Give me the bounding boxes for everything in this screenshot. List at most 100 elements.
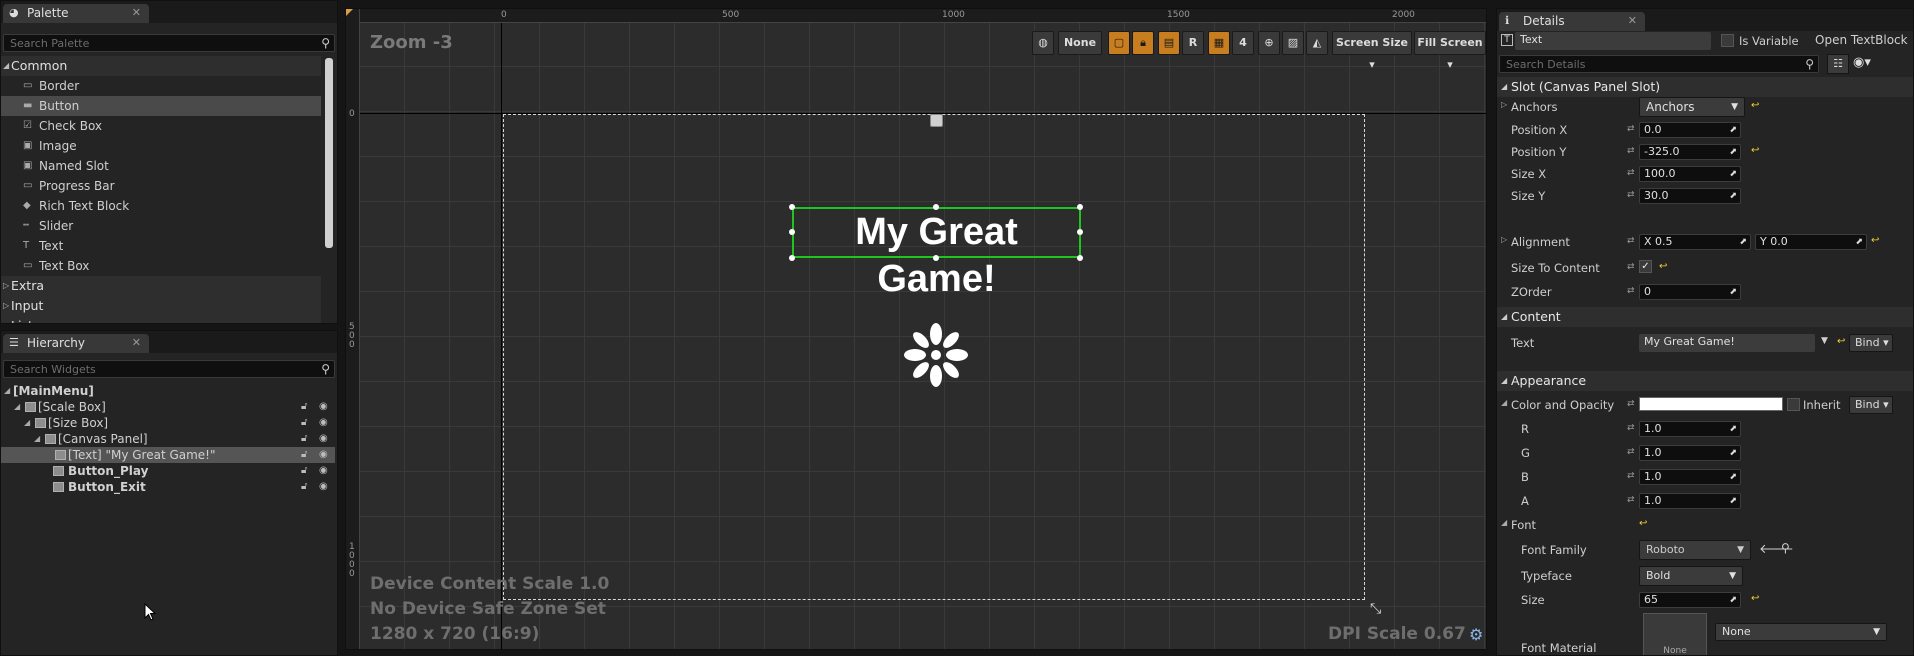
- pivot-gizmo-icon[interactable]: [904, 323, 968, 387]
- palette-item-check-box[interactable]: ☑ Check Box: [1, 116, 321, 136]
- resize-handle[interactable]: [789, 255, 795, 261]
- alignment-y-input[interactable]: Y 0.0 ⬈: [1755, 234, 1867, 250]
- lock-toggle-button[interactable]: 🔒︎: [1132, 31, 1154, 55]
- close-icon[interactable]: ✕: [132, 336, 141, 349]
- hierarchy-row-button-play[interactable]: Button_Play 🔓︎ ◉: [1, 463, 335, 479]
- details-tab[interactable]: ℹ Details ✕: [1499, 12, 1645, 31]
- palette-item-progress-bar[interactable]: ▭ Progress Bar: [1, 176, 321, 196]
- hierarchy-row-canvas-panel[interactable]: ◢ [Canvas Panel] 🔓︎ ◉: [1, 431, 335, 447]
- preview-language-dropdown[interactable]: None: [1058, 31, 1102, 55]
- hierarchy-row-text[interactable]: [Text] "My Great Game!" 🔓︎ ◉: [1, 447, 335, 463]
- gear-icon[interactable]: ⚙: [1469, 625, 1483, 644]
- link-icon[interactable]: ⇄: [1627, 190, 1635, 200]
- font-material-thumbnail[interactable]: None: [1643, 613, 1707, 655]
- typeface-dropdown[interactable]: Bold ▼: [1639, 566, 1743, 586]
- hierarchy-row-scale-box[interactable]: ◢ [Scale Box] 🔓︎ ◉: [1, 399, 335, 415]
- font-size-input[interactable]: 65 ⬈: [1639, 592, 1741, 608]
- eye-icon[interactable]: ◉: [319, 415, 328, 431]
- link-icon[interactable]: ⇄: [1627, 495, 1635, 505]
- open-textblock-link[interactable]: Open TextBlock: [1815, 33, 1908, 47]
- resize-handle[interactable]: [1077, 255, 1083, 261]
- hierarchy-search-input[interactable]: Search Widgets ⚲: [3, 360, 335, 378]
- resize-handle[interactable]: [1077, 204, 1083, 210]
- lock-icon[interactable]: 🔓︎: [301, 415, 307, 431]
- bind-color-button[interactable]: Bind ▾: [1849, 396, 1893, 414]
- close-icon[interactable]: ✕: [132, 6, 141, 19]
- link-icon[interactable]: ⇄: [1627, 447, 1635, 457]
- palette-category-extra[interactable]: ▷ Extra: [1, 276, 321, 296]
- reset-arrow-icon[interactable]: ↩: [1639, 518, 1647, 529]
- inherit-checkbox[interactable]: [1787, 398, 1800, 411]
- is-variable-checkbox[interactable]: [1721, 34, 1734, 47]
- outline-toggle[interactable]: ⊕: [1258, 31, 1280, 55]
- g-input[interactable]: 1.0 ⬈: [1639, 445, 1741, 461]
- palette-tab[interactable]: ◕ Palette ✕: [3, 4, 149, 23]
- section-content[interactable]: ◢ Content: [1497, 307, 1913, 327]
- lock-icon[interactable]: 🔓︎: [301, 399, 307, 415]
- select-mode-button[interactable]: ▢: [1108, 31, 1130, 55]
- lock-icon[interactable]: 🔓︎: [301, 447, 307, 463]
- link-icon[interactable]: ⇄: [1627, 146, 1635, 156]
- reset-arrow-icon[interactable]: ↩: [1751, 145, 1759, 156]
- localization-button[interactable]: ◍: [1032, 31, 1054, 55]
- palette-category-common[interactable]: ◢ Common: [1, 56, 321, 76]
- reset-arrow-icon[interactable]: ↩: [1751, 100, 1759, 111]
- lock-icon[interactable]: 🔓︎: [301, 463, 307, 479]
- grid-snap-toggle[interactable]: ▦: [1208, 31, 1230, 55]
- chevron-down-icon[interactable]: ▼: [1821, 336, 1828, 346]
- r-input[interactable]: 1.0 ⬈: [1639, 421, 1741, 437]
- size-y-input[interactable]: 30.0 ⬈: [1639, 188, 1741, 204]
- palette-category-input[interactable]: ▷ Input: [1, 296, 321, 316]
- reset-arrow-icon[interactable]: ↩: [1659, 261, 1667, 272]
- color-swatch[interactable]: [1639, 397, 1783, 411]
- reset-arrow-icon[interactable]: ↩: [1871, 235, 1879, 246]
- link-icon[interactable]: ⇄: [1627, 124, 1635, 134]
- size-to-content-checkbox[interactable]: ✓: [1639, 260, 1652, 273]
- resize-handle[interactable]: [933, 204, 939, 210]
- zorder-input[interactable]: 0 ⬈: [1639, 284, 1741, 300]
- search-icon[interactable]: ⚲: [321, 36, 330, 50]
- resize-handle[interactable]: [933, 255, 939, 261]
- palette-scrollbar[interactable]: [325, 58, 333, 248]
- resize-handle[interactable]: [789, 204, 795, 210]
- text-content-input[interactable]: My Great Game!: [1639, 334, 1815, 352]
- position-x-input[interactable]: 0.0 ⬈: [1639, 122, 1741, 138]
- layout-mode-button[interactable]: ▤: [1158, 31, 1180, 55]
- hierarchy-row-button-exit[interactable]: Button_Exit 🔓︎ ◉: [1, 479, 335, 495]
- anchor-handle[interactable]: [930, 114, 943, 127]
- lock-icon[interactable]: 🔓︎: [301, 431, 307, 447]
- eye-icon[interactable]: ◉: [319, 463, 328, 479]
- palette-item-slider[interactable]: ┅ Slider: [1, 216, 321, 236]
- screen-size-dropdown[interactable]: Screen Size ▾: [1332, 31, 1412, 71]
- search-icon[interactable]: ⚲: [321, 362, 330, 376]
- link-icon[interactable]: ⇄: [1627, 168, 1635, 178]
- eye-icon[interactable]: ◉: [319, 447, 328, 463]
- bind-text-button[interactable]: Bind ▾: [1849, 334, 1893, 352]
- search-icon[interactable]: ⚲: [1781, 541, 1790, 555]
- palette-item-button[interactable]: ▬ Button: [1, 96, 321, 116]
- reset-arrow-icon[interactable]: ↩: [1751, 593, 1759, 604]
- palette-item-text-box[interactable]: ▭ Text Box: [1, 256, 321, 276]
- designer-viewport[interactable]: 0 500 1000 1500 2000 0 500 1000 Zoom -3 …: [345, 8, 1487, 650]
- eye-icon[interactable]: ◉▾: [1853, 55, 1871, 70]
- anchors-dropdown[interactable]: Anchors ▼: [1639, 97, 1745, 117]
- contrast-toggle[interactable]: ◭: [1306, 31, 1328, 55]
- reset-arrow-icon[interactable]: ↩: [1837, 336, 1845, 347]
- link-icon[interactable]: ⇄: [1627, 423, 1635, 433]
- resize-handle[interactable]: [789, 229, 795, 235]
- eye-icon[interactable]: ◉: [319, 431, 328, 447]
- widget-name-input[interactable]: Text: [1515, 32, 1711, 50]
- alignment-x-input[interactable]: X 0.5 ⬈: [1639, 234, 1751, 250]
- selected-text-widget[interactable]: My Great Game!: [792, 207, 1081, 300]
- section-slot[interactable]: ◢ Slot (Canvas Panel Slot): [1497, 77, 1913, 97]
- size-x-input[interactable]: 100.0 ⬈: [1639, 166, 1741, 182]
- eye-icon[interactable]: ◉: [319, 399, 328, 415]
- eye-icon[interactable]: ◉: [319, 479, 328, 495]
- hierarchy-row-mainmenu[interactable]: ◢ [MainMenu]: [1, 383, 335, 399]
- link-icon[interactable]: ⇄: [1627, 399, 1635, 409]
- b-input[interactable]: 1.0 ⬈: [1639, 469, 1741, 485]
- transform-mode-button[interactable]: R: [1182, 31, 1204, 55]
- fill-screen-dropdown[interactable]: Fill Screen ▾: [1414, 31, 1486, 71]
- close-icon[interactable]: ✕: [1628, 14, 1637, 27]
- a-input[interactable]: 1.0 ⬈: [1639, 493, 1741, 509]
